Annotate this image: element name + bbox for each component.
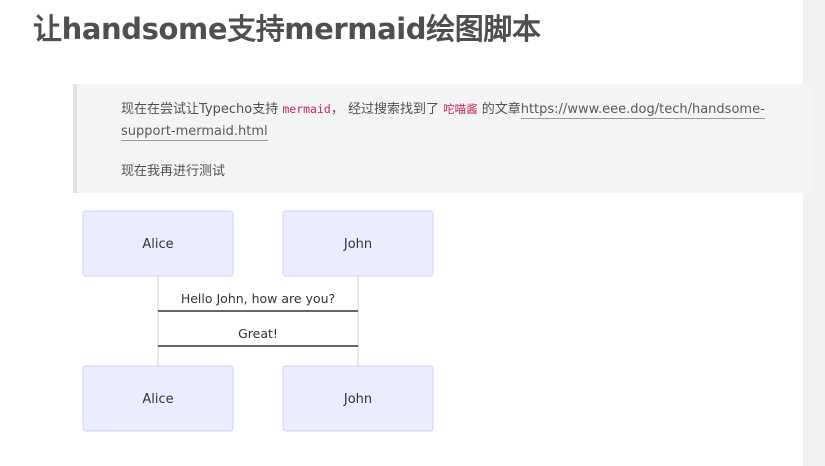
actor-bottom-alice: Alice bbox=[82, 365, 234, 432]
actor-label: Alice bbox=[142, 237, 173, 252]
sequence-diagram: Alice John Hello John, how are you? Grea… bbox=[82, 210, 434, 432]
actor-label: John bbox=[343, 237, 372, 252]
message-label-1: Hello John, how are you? bbox=[181, 291, 335, 306]
message-label-2: Great! bbox=[238, 326, 278, 341]
actor-bottom-john: John bbox=[282, 365, 434, 432]
actor-top-alice: Alice bbox=[82, 210, 234, 277]
actor-label: John bbox=[343, 392, 372, 407]
actor-top-john: John bbox=[282, 210, 434, 277]
actor-label: Alice bbox=[142, 392, 173, 407]
